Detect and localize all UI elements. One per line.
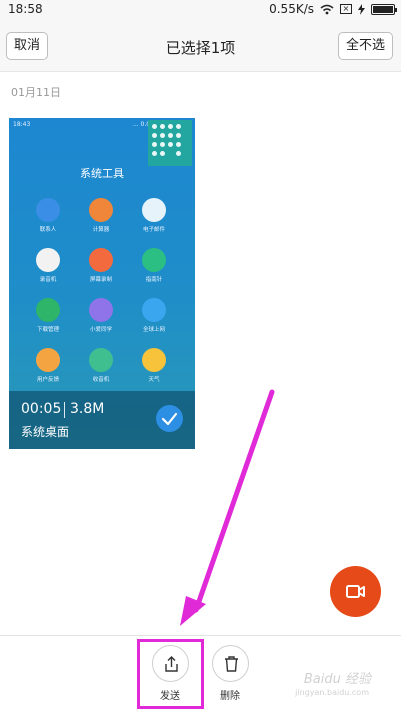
annotation-arrow <box>180 389 275 626</box>
watermark-sub: jingyan.baidu.com <box>295 688 369 697</box>
watermark: Baidu 经验 <box>303 672 371 687</box>
